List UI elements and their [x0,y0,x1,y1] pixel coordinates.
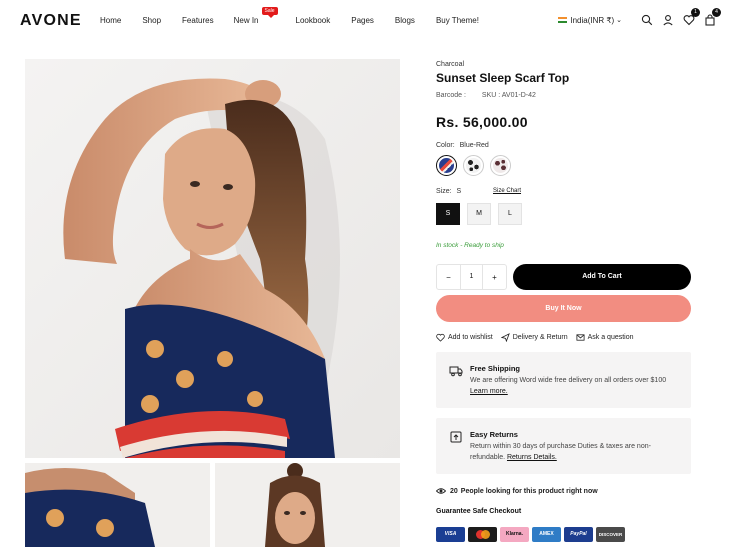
product-title: Sunset Sleep Scarf Top [436,71,570,85]
color-value: Blue-Red [459,142,489,149]
product-price: Rs. 56,000.00 [436,114,528,130]
product-actions: Add to wishlist Delivery & Return Ask a … [436,333,642,342]
swatch-black-white-pattern [466,158,481,173]
swatch-brown-white[interactable] [490,155,511,176]
free-shipping-box: Free Shipping We are offering Word wide … [436,352,691,408]
ask-question-link[interactable]: Ask a question [576,333,634,342]
quantity-stepper: − 1 + [436,264,507,290]
mail-icon [576,334,585,341]
visa-icon: VISA [436,527,465,542]
color-swatches [436,155,511,176]
india-flag-icon [558,17,568,23]
nav-item-home[interactable]: Home [100,16,121,26]
free-shipping-title: Free Shipping [470,364,521,373]
return-box-icon [450,431,462,443]
barcode-label: Barcode : [436,92,466,99]
qty-input[interactable]: 1 [460,265,483,289]
sku-text: SKU : AV01-D-42 [481,92,536,99]
nav-item-lookbook[interactable]: Lookbook [296,16,331,26]
size-value: S [456,188,462,195]
nav-item-blogs[interactable]: Blogs [395,16,415,26]
discover-icon: DISCOVER [596,527,625,542]
swatch-blue-red[interactable] [436,155,457,176]
heart-icon [436,333,445,342]
free-shipping-text: We are offering Word wide free delivery … [470,375,680,397]
add-to-cart-button[interactable]: Add To Cart [513,264,691,290]
size-chart-link[interactable]: Size Chart [493,188,521,194]
brand-logo[interactable]: AVONE [20,12,82,30]
main-nav: Home Shop Features New InSale Lookbook P… [100,7,479,26]
wishlist-heart-icon[interactable]: 1 [683,8,700,26]
nav-item-features[interactable]: Features [182,16,214,26]
nav-item-new-in-label: New In [233,16,259,25]
nav-item-pages[interactable]: Pages [351,16,374,26]
qty-minus-button[interactable]: − [437,273,460,282]
free-shipping-desc: We are offering Word wide free delivery … [470,377,667,384]
eye-icon [436,488,446,494]
thumbnail-photo-illustration [25,463,210,547]
easy-returns-box: Easy Returns Return within 30 days of pu… [436,418,691,474]
amex-icon: AMEX [532,527,561,542]
size-row: Size: S Size Chart [436,188,526,195]
nav-item-new-in[interactable]: New InSale [233,7,278,26]
people-looking: 20 People looking for this product right… [436,486,601,496]
paper-plane-icon [500,333,510,342]
size-option-s[interactable]: S [436,203,460,225]
size-option-l[interactable]: L [498,203,522,225]
color-label: Color: [436,142,455,149]
size-option-m[interactable]: M [467,203,491,225]
nav-item-shop[interactable]: Shop [142,16,161,26]
currency-label: India(INR ₹) [570,15,615,25]
mastercard-circles-icon [481,530,490,539]
returns-details-link[interactable]: Returns Details. [507,454,557,461]
delivery-return-label: Delivery & Return [512,334,568,341]
easy-returns-text: Return within 30 days of purchase Duties… [470,441,680,463]
swatch-brown-white-pattern [493,158,508,173]
people-looking-text: People looking for this product right no… [460,487,598,495]
nav-item-buy-theme[interactable]: Buy Theme! [436,16,479,26]
easy-returns-title: Easy Returns [470,430,518,439]
stock-status: In stock - Ready to ship [436,242,504,249]
mastercard-icon: mastercard [468,527,497,542]
people-count: 20 [450,487,458,495]
add-to-wishlist-link[interactable]: Add to wishlist [436,333,493,342]
model-photo-illustration [25,59,400,458]
size-options: S M L [436,203,522,225]
product-main-image[interactable] [25,59,400,458]
chevron-down-icon: ⌄ [616,17,622,24]
swatch-blue-red-pattern [439,158,454,173]
sale-badge: Sale [261,7,278,18]
buy-now-button[interactable]: Buy It Now [436,295,691,322]
cart-count-badge: 4 [712,8,721,17]
paypal-icon: PayPal [564,527,593,542]
truck-icon [449,366,463,377]
site-header: AVONE Home Shop Features New InSale Look… [0,0,734,44]
size-label: Size: [436,188,452,195]
header-tools: India(INR ₹) ⌄ 1 4 [558,8,721,26]
payment-icons: VISA mastercard Klarna. AMEX PayPal DISC… [436,527,625,542]
qty-plus-button[interactable]: + [483,273,506,282]
klarna-icon: Klarna. [500,527,529,542]
learn-more-link[interactable]: Learn more. [470,388,508,395]
user-icon[interactable] [662,14,674,26]
ask-question-label: Ask a question [587,334,634,341]
product-thumbnail-1[interactable] [25,463,210,547]
safe-checkout-title: Guarantee Safe Checkout [436,508,522,515]
product-thumbnail-2[interactable] [215,463,400,547]
product-meta: Barcode : SKU : AV01-D-42 [436,92,536,99]
swatch-black-white[interactable] [463,155,484,176]
cart-bag-icon[interactable]: 4 [704,8,721,26]
delivery-return-link[interactable]: Delivery & Return [500,333,568,342]
color-row: Color: Blue-Red [436,142,489,149]
thumbnail-photo-illustration [215,463,400,547]
easy-returns-desc: Return within 30 days of purchase Duties… [470,443,651,461]
product-vendor[interactable]: Charcoal [436,61,464,68]
add-to-wishlist-label: Add to wishlist [448,334,493,341]
currency-selector[interactable]: India(INR ₹) ⌄ [558,16,622,25]
search-icon[interactable] [641,14,653,26]
wishlist-count-badge: 1 [691,8,700,17]
